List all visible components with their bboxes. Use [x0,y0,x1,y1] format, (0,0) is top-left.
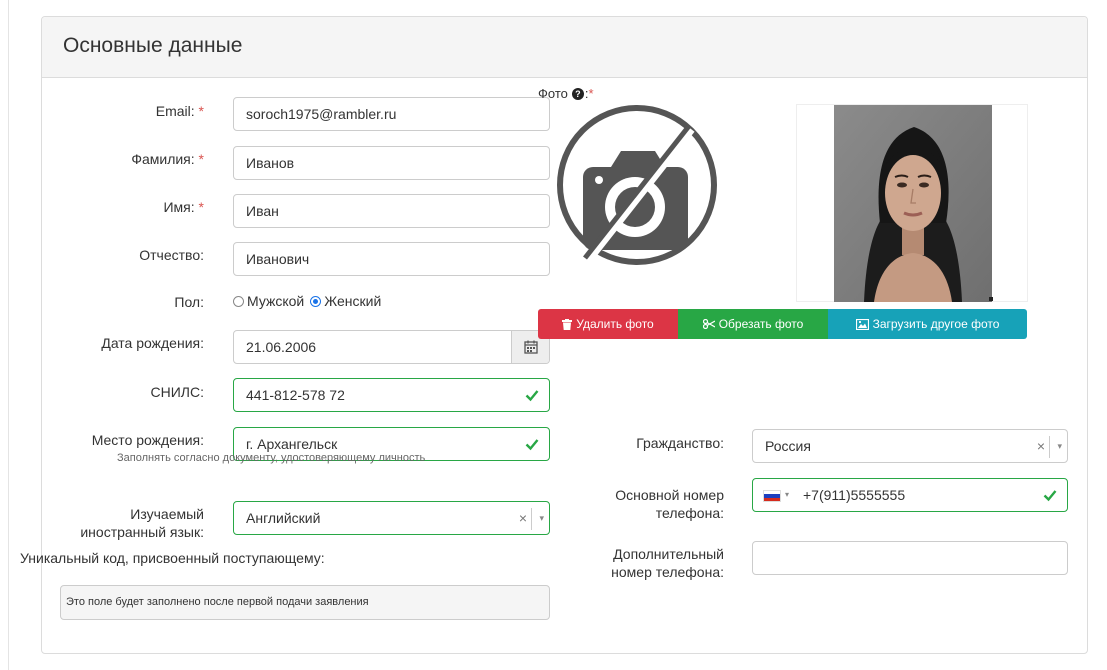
upload-photo-button[interactable]: Загрузить другое фото [828,309,1027,339]
check-icon [525,390,539,402]
main-phone-label-line2: телефона: [655,505,724,521]
language-clear-button[interactable]: × [519,502,527,534]
select-separator [1049,436,1050,458]
snils-field[interactable]: 441-812-578 72 [233,378,550,412]
firstname-label-text: Имя: [163,199,195,215]
birthplace-hint: Заполнять согласно документу, удостоверя… [117,452,426,464]
language-label-line1: Изучаемый [130,506,204,522]
gender-radio-group: Мужской Женский [233,293,381,309]
email-label: Email: * [100,102,204,120]
help-icon[interactable]: ? [571,87,584,100]
language-label-line2: иностранный язык: [80,524,204,540]
language-label: Изучаемый иностранный язык: [40,505,204,541]
email-field[interactable]: soroch1975@rambler.ru [233,97,550,131]
upload-photo-label: Загрузить другое фото [872,317,1000,331]
snils-value: 441-812-578 72 [246,387,345,403]
gender-male-radio[interactable] [233,295,244,307]
gender-label: Пол: [174,294,204,310]
firstname-field[interactable]: Иван [233,194,550,228]
email-label-text: Email: [155,103,195,119]
chevron-down-icon[interactable]: ▾ [539,502,544,534]
page-left-border [8,0,9,670]
photo-label-text: Фото [538,86,568,101]
photo-button-group: Удалить фото Обрезать фото Загрузить дру… [538,309,1027,339]
user-photo [834,105,992,302]
panel-title: Основные данные [63,34,243,57]
check-icon [1043,490,1057,502]
main-phone-label: Основной номер телефона: [580,486,724,522]
no-camera-icon [557,105,717,265]
trash-icon [562,318,573,330]
language-select[interactable]: Английский × ▾ [233,501,550,535]
main-phone-field[interactable]: ▾ +7(911)5555555 [752,478,1068,512]
russia-flag-icon[interactable] [763,490,781,502]
middlename-label: Отчество: [139,247,204,263]
birthplace-value: г. Архангельск [246,436,338,452]
main-phone-value: +7(911)5555555 [803,487,906,503]
gender-female-radio[interactable] [310,295,322,307]
birthdate-value: 21.06.2006 [246,339,317,355]
image-icon [855,318,869,330]
citizenship-value: Россия [765,438,811,454]
firstname-label: Имя: * [100,198,204,216]
lastname-field[interactable]: Иванов [233,146,550,180]
extra-phone-label-line2: номер телефона: [611,564,724,580]
birthdate-label: Дата рождения: [101,335,204,351]
required-marker: * [588,86,594,101]
scissors-icon [702,319,715,329]
delete-photo-label: Удалить фото [576,317,654,331]
language-value: Английский [246,510,321,526]
middlename-field[interactable]: Иванович [233,242,550,276]
calendar-icon [523,340,538,354]
unique-code-field: Это поле будет заполнено после первой по… [60,585,550,620]
lastname-label-text: Фамилия: [131,151,195,167]
extra-phone-field[interactable] [752,541,1068,575]
chevron-down-icon[interactable]: ▾ [1057,430,1062,462]
birthplace-label: Место рождения: [91,432,204,448]
crop-photo-label: Обрезать фото [718,317,804,331]
check-icon [525,439,539,451]
birthdate-field[interactable]: 21.06.2006 [233,330,550,364]
main-phone-label-line1: Основной номер [615,487,724,503]
required-marker: * [198,151,204,167]
snils-label: СНИЛС: [150,384,204,400]
photo-label: Фото ? : * [538,86,594,101]
gender-female-label[interactable]: Женский [324,293,381,309]
panel-heading: Основные данные [42,17,1087,78]
unique-code-label: Уникальный код, присвоенный поступающему… [20,550,325,566]
select-separator [531,508,532,530]
required-marker: * [198,199,204,215]
gender-male-label[interactable]: Мужской [247,293,304,309]
chevron-down-icon[interactable]: ▾ [785,479,789,511]
resize-handle[interactable] [989,297,993,301]
citizenship-label: Гражданство: [636,435,724,451]
photo-preview[interactable] [796,104,1028,302]
crop-photo-button[interactable]: Обрезать фото [678,309,828,339]
extra-phone-label-line1: Дополнительный [613,546,724,562]
delete-photo-button[interactable]: Удалить фото [538,309,678,339]
citizenship-select[interactable]: Россия × ▾ [752,429,1068,463]
citizenship-clear-button[interactable]: × [1037,430,1045,462]
extra-phone-label: Дополнительный номер телефона: [580,545,724,581]
lastname-label: Фамилия: * [100,150,204,168]
required-marker: * [198,103,204,119]
